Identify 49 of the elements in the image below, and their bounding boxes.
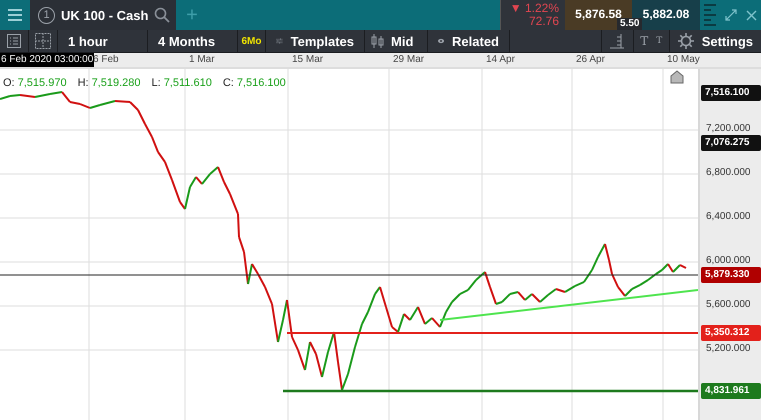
date-label: 26 Apr	[576, 54, 605, 65]
date-label: 15 Mar	[292, 54, 324, 65]
price-tag: 7,516.100	[701, 85, 761, 101]
list-lines-icon	[610, 33, 624, 49]
price-tick: 6,400.000	[706, 211, 750, 222]
ruler-icon[interactable]	[704, 4, 716, 26]
interval-button[interactable]: 1 hour	[58, 30, 148, 52]
expand-icon[interactable]	[724, 9, 737, 21]
settings-button[interactable]: Settings	[670, 30, 761, 52]
instrument-tab[interactable]: 1 UK 100 - Cash	[30, 0, 176, 30]
ohlc-value: 7,511.610	[164, 77, 212, 89]
price-tick: 6,800.000	[706, 167, 750, 178]
ohlc-value: 7,519.280	[92, 77, 140, 89]
tab-title: UK 100 - Cash	[61, 8, 148, 22]
crosshair-date-tag: 6 Feb 2020 03:00:00	[0, 53, 94, 67]
ohlc-label: L:	[152, 77, 161, 89]
change-percent: ▼ 1.22%	[510, 2, 559, 15]
price-type-button[interactable]: Mid	[365, 30, 428, 52]
change-points: 72.76	[528, 15, 559, 28]
price-tick: 7,200.000	[706, 123, 750, 134]
ohlc-value: 7,515.970	[18, 77, 67, 89]
layout-icon	[35, 33, 51, 49]
price-tag: 5,350.312	[701, 325, 761, 341]
candles-icon	[371, 34, 385, 48]
ohlc-value: 7,516.100	[236, 77, 286, 89]
price-tag: 5,879.330	[701, 267, 761, 283]
ohlc-label: C:	[222, 77, 234, 89]
ohlc-label: H:	[78, 77, 89, 89]
list-icon	[7, 34, 21, 48]
close-icon[interactable]	[746, 10, 757, 20]
date-label: 14 Apr	[486, 54, 515, 65]
range-badge-button[interactable]: 6Mo	[238, 30, 266, 52]
gear-icon	[678, 33, 694, 49]
related-button[interactable]: Related	[428, 30, 510, 52]
price-tag: 4,831.961	[701, 383, 761, 399]
ohlc-label: O:	[3, 77, 15, 89]
templates-button[interactable]: Templates	[266, 30, 365, 52]
spread-badge: 5.50	[617, 18, 642, 30]
search-icon[interactable]	[154, 7, 170, 23]
date-label: 1 Mar	[189, 54, 215, 65]
date-label: 10 May	[667, 54, 700, 65]
range-button[interactable]: 4 Months	[148, 30, 238, 52]
price-tick: 5,200.000	[706, 343, 750, 354]
menu-icon	[8, 9, 22, 21]
price-tick: 6,000.000	[706, 255, 750, 266]
tab-number: 1	[38, 6, 55, 24]
price-tag: 7,076.275	[701, 135, 761, 151]
date-label: 29 Mar	[393, 54, 424, 65]
price-tick: 5,600.000	[706, 299, 750, 310]
